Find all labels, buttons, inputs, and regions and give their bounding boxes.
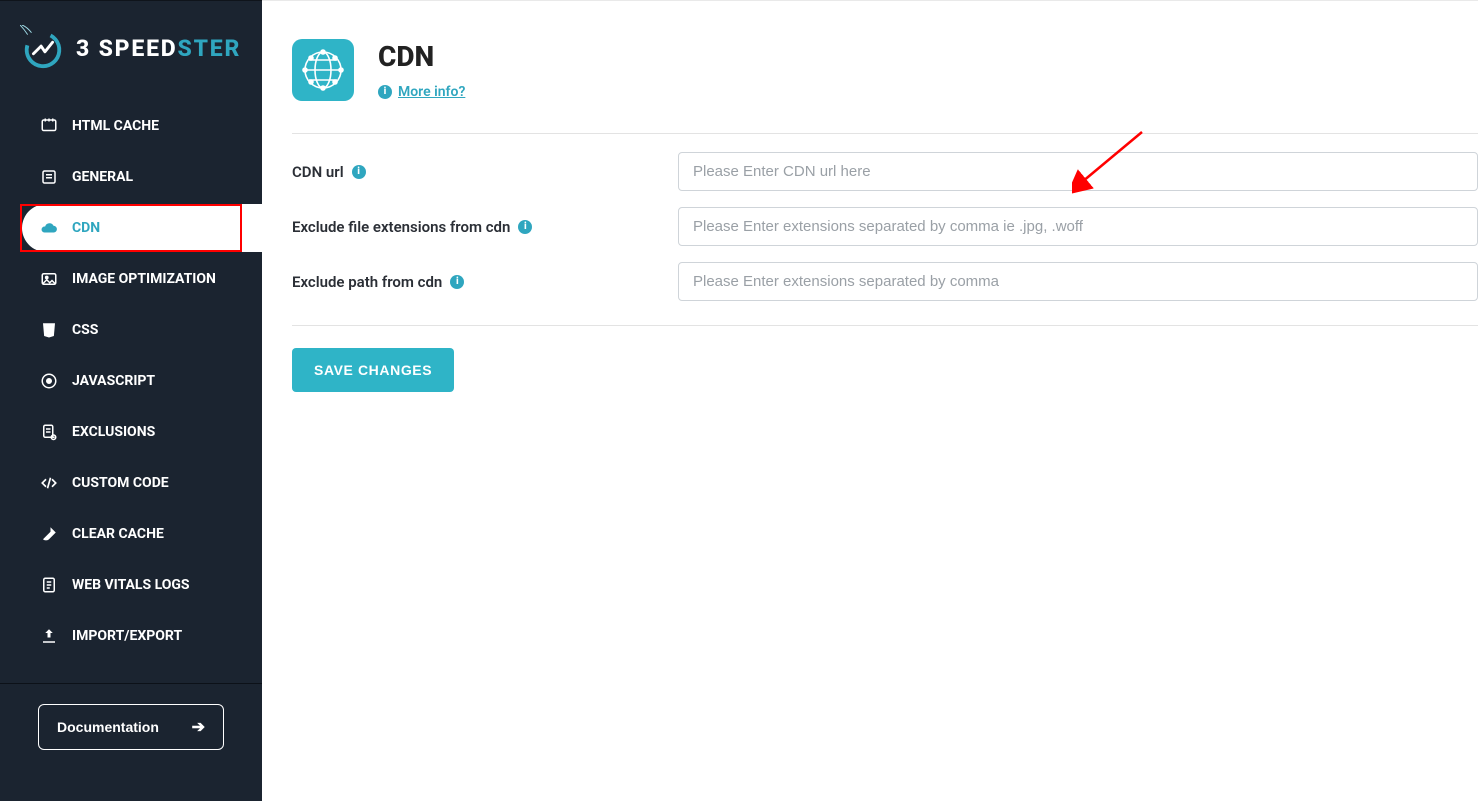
- sidebar-item-exclusions: EXCLUSIONS: [0, 408, 262, 456]
- brand-text-1: 3 SPEED: [76, 35, 178, 62]
- brand-text-2: STER: [178, 35, 242, 62]
- general-icon: [40, 168, 58, 186]
- logs-icon: [40, 576, 58, 594]
- js-icon: [40, 372, 58, 390]
- form-bottom-separator: [292, 325, 1478, 326]
- label-cdn-url: CDN url i: [292, 163, 678, 181]
- nav-link-general[interactable]: GENERAL: [0, 153, 262, 201]
- sidebar-item-css: CSS: [0, 306, 262, 354]
- sidebar-item-label: JAVASCRIPT: [72, 373, 155, 389]
- sidebar: 3 SPEEDSTER HTML CACHE GENERAL: [0, 0, 262, 801]
- brand-wordmark: 3 SPEEDSTER: [76, 35, 241, 62]
- sidebar-item-web-vitals-logs: WEB VITALS LOGS: [0, 561, 262, 609]
- sidebar-item-cdn: CDN: [0, 204, 262, 252]
- label-exclude-ext: Exclude file extensions from cdn i: [292, 218, 678, 236]
- sidebar-item-general: GENERAL: [0, 153, 262, 201]
- cdn-url-input[interactable]: [678, 152, 1478, 191]
- sidebar-item-label: CLEAR CACHE: [72, 526, 164, 542]
- cloud-icon: [40, 219, 58, 237]
- sidebar-nav: HTML CACHE GENERAL CDN: [0, 89, 262, 663]
- header-separator: [292, 133, 1478, 134]
- page-header: CDN i More info?: [292, 1, 1478, 111]
- save-button[interactable]: SAVE CHANGES: [292, 348, 454, 392]
- exclusions-icon: [40, 423, 58, 441]
- nav-link-cdn[interactable]: CDN: [22, 204, 262, 252]
- sidebar-item-label: CUSTOM CODE: [72, 475, 169, 491]
- nav-link-web-vitals-logs[interactable]: WEB VITALS LOGS: [0, 561, 262, 609]
- sidebar-item-label: HTML CACHE: [72, 118, 159, 134]
- nav-link-javascript[interactable]: JAVASCRIPT: [0, 357, 262, 405]
- main-content: CDN i More info? CDN url i Exclude file …: [262, 0, 1478, 801]
- form-row-exclude-path: Exclude path from cdn i: [292, 248, 1478, 303]
- sidebar-item-html-cache: HTML CACHE: [0, 102, 262, 150]
- exclude-path-input[interactable]: [678, 262, 1478, 301]
- form-row-cdn-url: CDN url i: [292, 138, 1478, 193]
- brand-logo: 3 SPEEDSTER: [0, 1, 262, 89]
- brand-mark-icon: [20, 25, 66, 71]
- exclude-extensions-input[interactable]: [678, 207, 1478, 246]
- sidebar-item-import-export: IMPORT/EXPORT: [0, 612, 262, 660]
- sidebar-item-label: WEB VITALS LOGS: [72, 577, 190, 593]
- nav-link-image-optimization[interactable]: IMAGE OPTIMIZATION: [0, 255, 262, 303]
- page-title-block: CDN i More info?: [378, 40, 465, 100]
- form-row-exclude-ext: Exclude file extensions from cdn i: [292, 193, 1478, 248]
- sidebar-item-image-optimization: IMAGE OPTIMIZATION: [0, 255, 262, 303]
- label-text: Exclude file extensions from cdn: [292, 218, 510, 236]
- more-info-label: More info?: [398, 84, 465, 100]
- documentation-label: Documentation: [57, 719, 159, 735]
- sidebar-item-label: EXCLUSIONS: [72, 424, 155, 440]
- code-icon: [40, 474, 58, 492]
- sidebar-item-label: CDN: [72, 220, 100, 236]
- documentation-button[interactable]: Documentation ➔: [38, 704, 224, 750]
- page-title: CDN: [378, 40, 465, 73]
- sidebar-item-label: CSS: [72, 322, 98, 338]
- nav-link-html-cache[interactable]: HTML CACHE: [0, 102, 262, 150]
- label-exclude-path: Exclude path from cdn i: [292, 273, 678, 291]
- sidebar-item-label: GENERAL: [72, 169, 133, 185]
- label-text: Exclude path from cdn: [292, 273, 442, 291]
- arrow-right-icon: ➔: [192, 717, 205, 737]
- nav-link-css[interactable]: CSS: [0, 306, 262, 354]
- nav-link-exclusions[interactable]: EXCLUSIONS: [0, 408, 262, 456]
- sidebar-item-custom-code: CUSTOM CODE: [0, 459, 262, 507]
- sidebar-item-clear-cache: CLEAR CACHE: [0, 510, 262, 558]
- page-icon-cdn: [292, 39, 354, 101]
- sidebar-item-label: IMPORT/EXPORT: [72, 628, 182, 644]
- sidebar-item-label: IMAGE OPTIMIZATION: [72, 271, 216, 287]
- nav-link-custom-code[interactable]: CUSTOM CODE: [0, 459, 262, 507]
- html-cache-icon: [40, 117, 58, 135]
- label-text: CDN url: [292, 163, 344, 181]
- info-icon: i: [378, 85, 392, 99]
- info-icon[interactable]: i: [450, 275, 464, 289]
- css-icon: [40, 321, 58, 339]
- more-info-link[interactable]: i More info?: [378, 84, 465, 100]
- sidebar-item-javascript: JAVASCRIPT: [0, 357, 262, 405]
- info-icon[interactable]: i: [352, 165, 366, 179]
- image-icon: [40, 270, 58, 288]
- nav-link-import-export[interactable]: IMPORT/EXPORT: [0, 612, 262, 660]
- info-icon[interactable]: i: [518, 220, 532, 234]
- brush-icon: [40, 525, 58, 543]
- upload-icon: [40, 627, 58, 645]
- nav-link-clear-cache[interactable]: CLEAR CACHE: [0, 510, 262, 558]
- documentation-wrap: Documentation ➔: [0, 684, 262, 770]
